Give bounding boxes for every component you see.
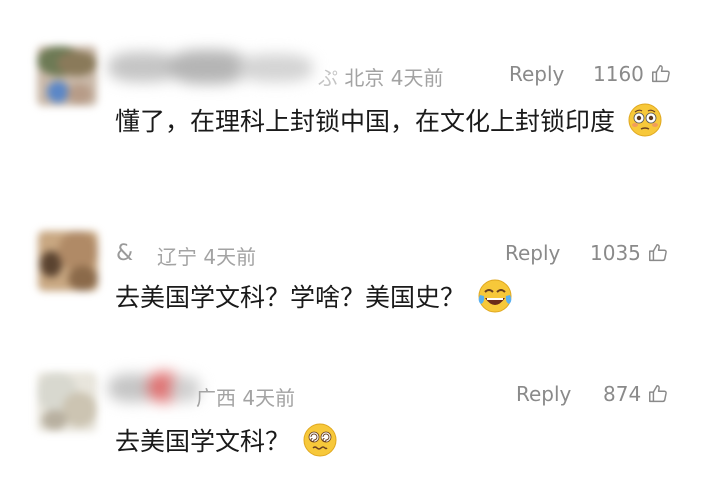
username-redacted	[108, 372, 200, 406]
username: &	[116, 241, 134, 266]
thumbs-up-icon	[649, 385, 668, 403]
dizzy-face-emoji-icon	[303, 423, 337, 457]
username-redacted	[108, 50, 313, 84]
like-button[interactable]: 1035	[590, 241, 669, 265]
comment-text: 懂了，在理科上封锁中国，在文化上封锁印度	[115, 102, 690, 141]
avatar[interactable]	[37, 372, 97, 432]
location-time: 辽宁 4天前	[157, 245, 257, 269]
like-button[interactable]: 874	[603, 382, 669, 406]
thumbs-up-icon	[648, 244, 667, 262]
comment-text: 去美国学文科？	[115, 422, 690, 461]
like-button[interactable]: 1160	[593, 62, 672, 86]
like-count: 1160	[593, 62, 644, 86]
reply-button[interactable]: Reply	[516, 382, 571, 406]
reply-button[interactable]: Reply	[509, 62, 564, 86]
flushed-face-emoji-icon	[628, 103, 662, 137]
avatar[interactable]	[37, 46, 97, 106]
avatar[interactable]	[38, 231, 98, 291]
comment-text: 去美国学文科？学啥？美国史？	[115, 278, 690, 317]
reply-button[interactable]: Reply	[505, 241, 560, 265]
location-time: 广西 4天前	[196, 386, 296, 410]
thumbs-up-icon	[651, 65, 670, 83]
like-count: 1035	[590, 241, 641, 265]
location-time: ぷ 北京 4天前	[318, 66, 444, 90]
like-count: 874	[603, 382, 642, 406]
tears-of-joy-emoji-icon	[478, 279, 512, 313]
